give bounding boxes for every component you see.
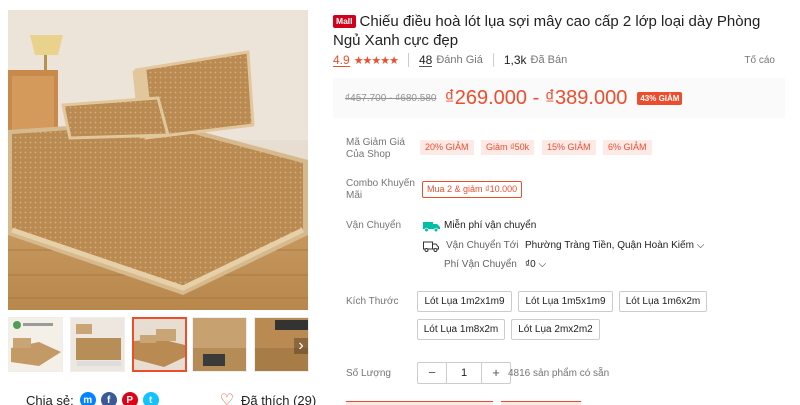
product-info: Mall Chiếu điều hoà lót lụa sợi mây cao c… <box>333 0 785 405</box>
twitter-icon[interactable]: t <box>142 392 159 405</box>
voucher-tag[interactable]: 6% GIẢM <box>603 140 652 155</box>
shipping-label: Vận Chuyển <box>346 220 402 231</box>
voucher-label: Mã Giảm Giá Của Shop <box>346 137 405 160</box>
product-main-image[interactable] <box>8 10 308 310</box>
size-option[interactable]: Lót Lụa 2mx2m2 <box>511 319 600 340</box>
discount-badge: 43% GIẢM <box>637 91 683 105</box>
rating-stars-icon: ★★★★★ <box>353 54 399 67</box>
review-label: Đánh Giá <box>436 54 483 66</box>
messenger-icon[interactable]: m <box>79 392 96 405</box>
size-option[interactable]: Lót Lụa 1m8x2m <box>417 319 505 340</box>
thumbnail[interactable] <box>70 317 125 372</box>
rating-value[interactable]: 4.9 <box>333 54 350 67</box>
size-option[interactable]: Lót Lụa 1m5x1m9 <box>518 291 613 312</box>
divider <box>492 53 494 67</box>
product-title-text: Chiếu điều hoà lót lụa sợi mây cao cấp 2… <box>333 13 761 49</box>
original-price: ₫457.700 - ₫680.580 <box>345 92 437 104</box>
quantity-input[interactable]: 1 <box>446 363 482 383</box>
combo-tag[interactable]: Mua 2 & giảm ₫10.000 <box>422 181 523 198</box>
heart-icon: ♡ <box>219 392 235 405</box>
add-to-cart-button[interactable] <box>346 401 493 405</box>
facebook-icon[interactable]: f <box>100 392 117 405</box>
size-option[interactable]: Lót Lụa 1m2x1m9 <box>417 291 512 312</box>
ship-to-location[interactable]: Phường Tràng Tiền, Quận Hoàn Kiếm ⌵ <box>525 240 704 252</box>
chevron-down-icon: ⌵ <box>696 240 705 251</box>
like-button[interactable]: ♡ Đã thích (29) <box>220 390 317 405</box>
sold-count: 1,3k <box>503 53 527 67</box>
share-label: Chia sẻ: <box>26 392 74 405</box>
chevron-right-icon[interactable]: › <box>294 338 308 354</box>
current-price: ₫269.000 - ₫389.000 <box>444 86 628 109</box>
free-shipping-truck-icon <box>423 222 440 232</box>
pinterest-icon[interactable]: P <box>121 392 138 405</box>
ship-to-label: Vận Chuyển Tới <box>446 240 519 251</box>
voucher-tag[interactable]: 15% GIẢM <box>542 140 596 155</box>
truck-icon <box>423 241 439 252</box>
report-link[interactable]: Tố cáo <box>744 55 775 66</box>
ship-fee-value: ₫0 <box>525 259 536 270</box>
voucher-tag[interactable]: 20% GIẢM <box>420 140 474 155</box>
thumbnail[interactable]: › <box>254 317 309 372</box>
price-section: ₫457.700 - ₫680.580 ₫269.000 - ₫389.000 … <box>333 78 785 118</box>
sold-label: Đã Bán <box>530 54 568 66</box>
size-option[interactable]: Lót Lụa 1m6x2m <box>619 291 707 312</box>
stock-available: 4816 sản phẩm có sẵn <box>508 368 610 379</box>
divider <box>408 53 409 67</box>
review-count[interactable]: 48 <box>419 54 433 67</box>
combo-label: Combo Khuyến Mãi <box>346 178 415 201</box>
thumbnail-strip: › <box>8 317 310 373</box>
size-label: Kích Thước <box>346 296 399 307</box>
product-stats: 4.9 ★★★★★ 48 Đánh Giá 1,3k Đã Bán Tố cáo <box>333 52 785 68</box>
like-count-label: Đã thích (29) <box>241 392 317 405</box>
quantity-label: Số Lượng <box>346 368 391 379</box>
chevron-down-icon: ⌵ <box>538 259 547 270</box>
thumbnail[interactable] <box>192 317 247 372</box>
mall-badge: Mall <box>333 15 356 28</box>
ship-fee[interactable]: ₫0 ⌵ <box>525 259 546 271</box>
voucher-tag[interactable]: Giảm ₫50k <box>481 140 535 155</box>
thumbnail-active[interactable] <box>132 317 187 372</box>
share-row: Chia sẻ: m f P t ♡ Đã thích (29) <box>26 390 316 405</box>
thumbnail[interactable] <box>8 317 63 372</box>
quantity-decrease-button[interactable]: − <box>418 363 446 383</box>
free-shipping-text: Miễn phí vận chuyển <box>444 220 537 231</box>
buy-now-button[interactable] <box>501 401 581 405</box>
ship-fee-label: Phí Vận Chuyển <box>444 259 517 270</box>
ship-to-value: Phường Tràng Tiền, Quận Hoàn Kiếm <box>525 240 694 251</box>
quantity-increase-button[interactable]: + <box>482 363 510 383</box>
quantity-stepper: − 1 + <box>417 362 511 384</box>
product-title: Mall Chiếu điều hoà lót lụa sợi mây cao c… <box>333 12 785 50</box>
